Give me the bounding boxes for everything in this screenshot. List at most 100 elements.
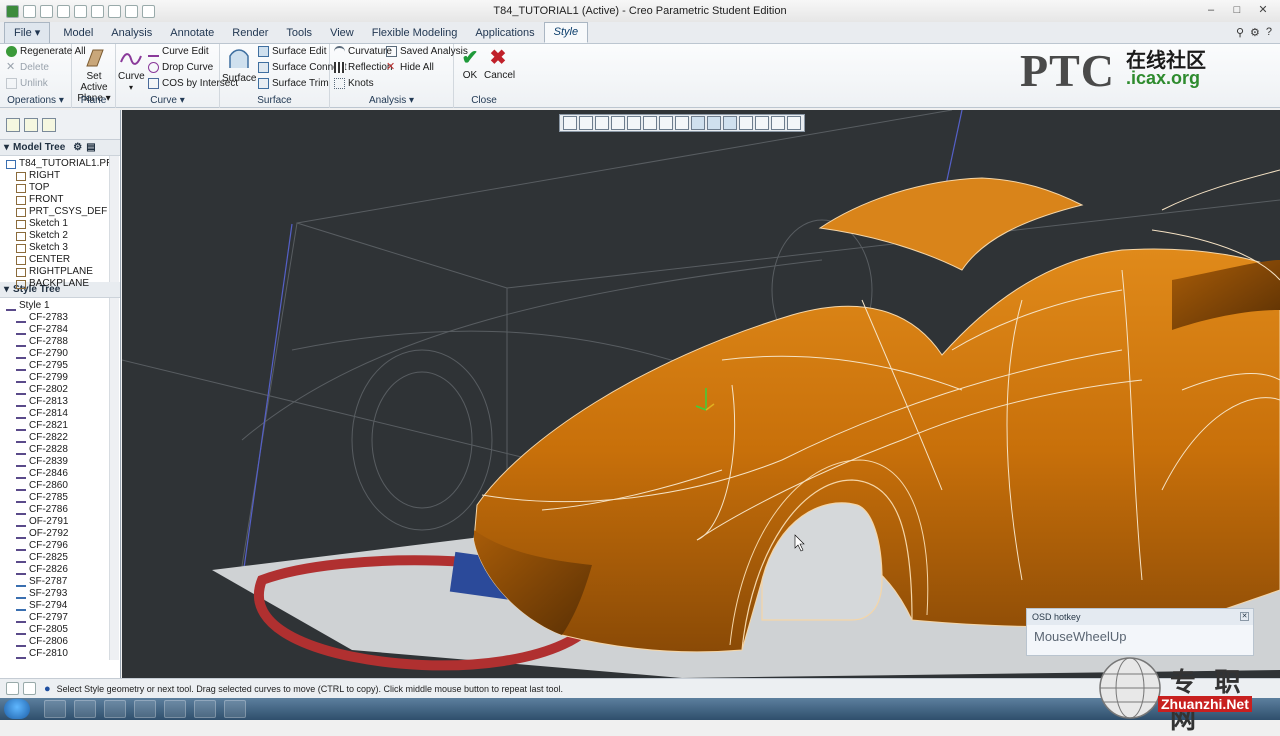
- tab-render[interactable]: Render: [223, 24, 277, 43]
- style-tree-item[interactable]: SF-2787: [6, 576, 120, 588]
- style-tree-scrollbar[interactable]: [109, 298, 119, 660]
- model-tree-item[interactable]: PRT_CSYS_DEF: [6, 206, 120, 218]
- zoom-in-icon[interactable]: [579, 116, 593, 130]
- model-tree-item[interactable]: RIGHT: [6, 170, 120, 182]
- graphics-viewport[interactable]: [122, 110, 1280, 678]
- operations-group-label[interactable]: Operations ▾: [0, 95, 71, 106]
- analysis-group-label[interactable]: Analysis ▾: [330, 95, 453, 106]
- datum-display-filters-icon[interactable]: [691, 116, 705, 130]
- tab-model[interactable]: Model: [54, 24, 102, 43]
- style-tree-item[interactable]: OF-2792: [6, 528, 120, 540]
- model-tree-tab-icon[interactable]: [6, 117, 20, 132]
- style-tree-item[interactable]: CF-2825: [6, 552, 120, 564]
- style-tree-item[interactable]: CF-2805: [6, 624, 120, 636]
- model-tree-item[interactable]: CENTER: [6, 254, 120, 266]
- collapse-icon[interactable]: ▾: [4, 142, 9, 153]
- section-icon[interactable]: [755, 116, 769, 130]
- tree-filter-icon[interactable]: ⚙: [73, 142, 82, 153]
- taskbar-app-creo[interactable]: [44, 700, 66, 718]
- delete-button[interactable]: ✕ Delete: [6, 62, 49, 74]
- tab-flexible-modeling[interactable]: Flexible Modeling: [363, 24, 467, 43]
- regenerate-icon[interactable]: [108, 4, 121, 18]
- repaint-icon[interactable]: [611, 116, 625, 130]
- style-tree-item[interactable]: CF-2785: [6, 492, 120, 504]
- style-tree-item[interactable]: CF-2821: [6, 420, 120, 432]
- unlink-button[interactable]: Unlink: [6, 78, 48, 89]
- tab-tools[interactable]: Tools: [277, 24, 321, 43]
- style-tree-item[interactable]: CF-2786: [6, 504, 120, 516]
- style-tree-item[interactable]: Style 1: [6, 300, 120, 312]
- style-tree-item[interactable]: CF-2806: [6, 636, 120, 648]
- style-tree-item[interactable]: CF-2783: [6, 312, 120, 324]
- style-tree-item[interactable]: OF-2791: [6, 516, 120, 528]
- close-window-icon[interactable]: [142, 4, 155, 18]
- style-tree-item[interactable]: CF-2826: [6, 564, 120, 576]
- surface-button[interactable]: Surface: [222, 48, 256, 84]
- minimize-button[interactable]: –: [1200, 2, 1222, 18]
- perspective-view-icon[interactable]: [675, 116, 689, 130]
- maximize-button[interactable]: □: [1226, 2, 1248, 18]
- style-tree-item[interactable]: CF-2839: [6, 456, 120, 468]
- display-style-icon[interactable]: [627, 116, 641, 130]
- style-plane-icon[interactable]: [787, 116, 801, 130]
- model-tree-item[interactable]: Sketch 3: [6, 242, 120, 254]
- knots-button[interactable]: Knots: [334, 78, 374, 89]
- style-tree-item[interactable]: CF-2828: [6, 444, 120, 456]
- style-tree-item[interactable]: CF-2788: [6, 336, 120, 348]
- style-tree-item[interactable]: CF-2814: [6, 408, 120, 420]
- curve-button[interactable]: Curve ▾: [118, 50, 145, 93]
- style-tree-item[interactable]: CF-2860: [6, 480, 120, 492]
- style-tree-item[interactable]: CF-2802: [6, 384, 120, 396]
- help-icon[interactable]: ?: [1266, 26, 1272, 39]
- style-tree-item[interactable]: CF-2797: [6, 612, 120, 624]
- curve-group-label[interactable]: Curve ▾: [116, 95, 219, 106]
- model-tree-scrollbar[interactable]: [109, 156, 119, 282]
- annotation-display-icon[interactable]: [723, 116, 737, 130]
- surface-edit-button[interactable]: Surface Edit: [258, 46, 326, 57]
- model-tree-item[interactable]: Sketch 2: [6, 230, 120, 242]
- windows-icon[interactable]: [125, 4, 138, 18]
- taskbar-app-notes[interactable]: [194, 700, 216, 718]
- model-tree-item[interactable]: TOP: [6, 182, 120, 194]
- tab-applications[interactable]: Applications: [466, 24, 543, 43]
- tab-style[interactable]: Style: [543, 22, 589, 43]
- style-tree-item[interactable]: CF-2784: [6, 324, 120, 336]
- curvature-display-icon[interactable]: [771, 116, 785, 130]
- undo-icon[interactable]: [74, 4, 87, 18]
- folder-browser-tab-icon[interactable]: [24, 117, 38, 132]
- style-tree-item[interactable]: CF-2796: [6, 540, 120, 552]
- model-tree-item[interactable]: RIGHTPLANE: [6, 266, 120, 278]
- style-tree-item[interactable]: CF-2795: [6, 360, 120, 372]
- taskbar-app-explorer[interactable]: [74, 700, 96, 718]
- ok-button[interactable]: ✔ OK: [458, 46, 482, 81]
- status-settings-icon[interactable]: [23, 682, 36, 695]
- curve-edit-button[interactable]: Curve Edit: [148, 46, 209, 57]
- model-tree-item[interactable]: T84_TUTORIAL1.PRT: [6, 158, 120, 170]
- start-button[interactable]: [4, 699, 30, 719]
- style-tree-item[interactable]: CF-2790: [6, 348, 120, 360]
- zoom-out-icon[interactable]: [595, 116, 609, 130]
- new-file-icon[interactable]: [23, 4, 36, 18]
- taskbar-app-editor[interactable]: [134, 700, 156, 718]
- saved-orientations-icon[interactable]: [643, 116, 657, 130]
- search-icon[interactable]: ⚲: [1236, 26, 1244, 39]
- style-tree-item[interactable]: SF-2793: [6, 588, 120, 600]
- tab-annotate[interactable]: Annotate: [161, 24, 223, 43]
- style-tree-item[interactable]: CF-2822: [6, 432, 120, 444]
- tree-settings-icon[interactable]: ▤: [86, 142, 95, 153]
- refit-icon[interactable]: [563, 116, 577, 130]
- style-tree-item[interactable]: CF-2813: [6, 396, 120, 408]
- drop-curve-button[interactable]: Drop Curve: [148, 62, 213, 73]
- car-model-render[interactable]: [122, 110, 1280, 678]
- grid-display-icon[interactable]: [739, 116, 753, 130]
- reflection-button[interactable]: Reflection: [334, 62, 392, 73]
- taskbar-app-chrome[interactable]: [164, 700, 186, 718]
- taskbar-app-media[interactable]: [104, 700, 126, 718]
- cancel-button[interactable]: ✖ Cancel: [484, 46, 515, 81]
- model-tree-item[interactable]: BACKPLANE: [6, 278, 120, 290]
- style-tree-item[interactable]: CF-2846: [6, 468, 120, 480]
- favorites-tab-icon[interactable]: [42, 117, 56, 132]
- taskbar-app-folder[interactable]: [224, 700, 246, 718]
- surface-trim-button[interactable]: Surface Trim: [258, 78, 329, 89]
- close-button[interactable]: ✕: [1252, 2, 1274, 18]
